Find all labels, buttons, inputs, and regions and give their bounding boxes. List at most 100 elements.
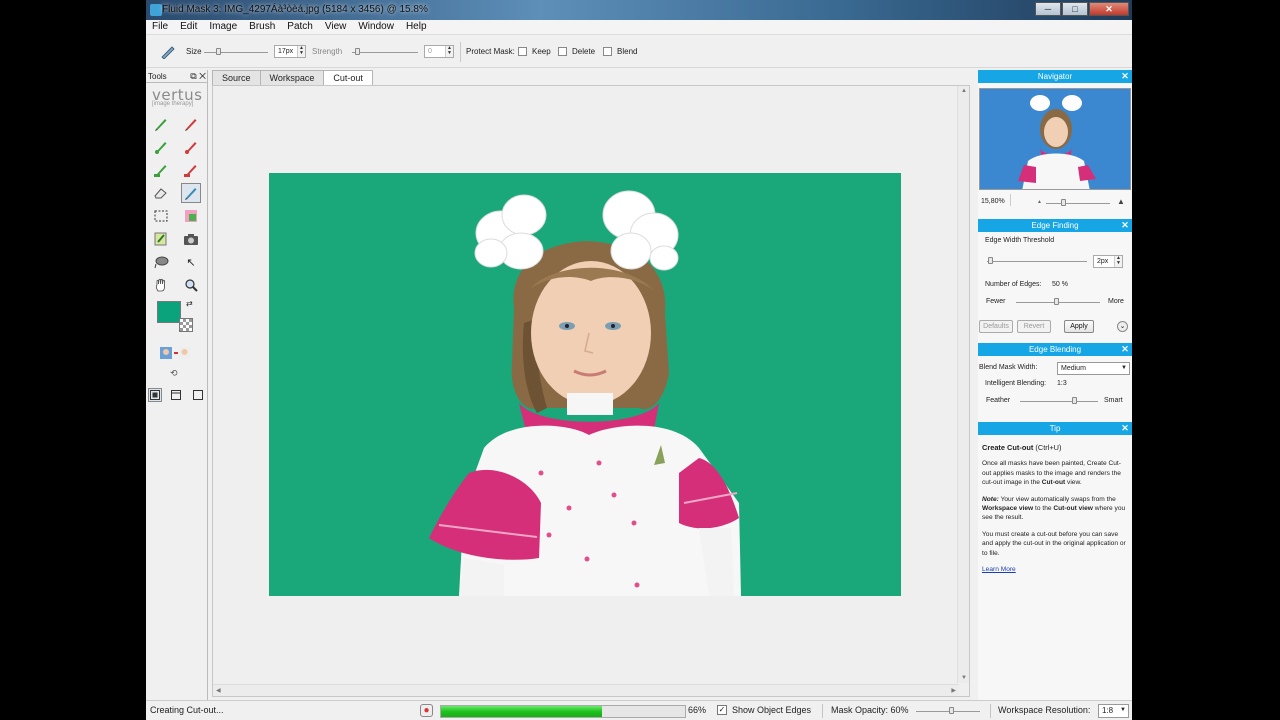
zoom-in-icon[interactable]: ▲	[1117, 197, 1125, 206]
edge-width-slider[interactable]	[987, 261, 1087, 262]
number-of-edges-thumb[interactable]	[1054, 298, 1059, 305]
tools-header-icons[interactable]: ⧉ ✕	[190, 70, 206, 83]
edge-width-threshold-label: Edge Width Threshold	[985, 237, 1055, 244]
menu-file[interactable]: File	[146, 20, 174, 34]
strength-slider[interactable]	[352, 52, 418, 53]
delete-fill-brush-icon[interactable]	[181, 160, 201, 180]
intelligent-blending-thumb[interactable]	[1072, 397, 1077, 404]
menu-image[interactable]: Image	[203, 20, 243, 34]
compare-views-icon[interactable]	[158, 343, 192, 363]
menu-patch[interactable]: Patch	[281, 20, 319, 34]
smart-label: Smart	[1104, 397, 1123, 404]
scroll-right-arrow-icon[interactable]: ▶	[951, 687, 956, 694]
size-input[interactable]: 17px ▲ ▼	[274, 45, 306, 58]
tip-close-icon[interactable]: ✕	[1120, 422, 1130, 435]
delete-brush-icon[interactable]	[181, 114, 201, 134]
revert-button[interactable]: Revert	[1017, 320, 1051, 333]
navigator-close-icon[interactable]: ✕	[1120, 70, 1130, 83]
lasso-icon[interactable]	[151, 252, 171, 272]
swap-colors-icon[interactable]: ⇄	[186, 299, 193, 308]
intelligent-blending-slider[interactable]	[1020, 401, 1098, 402]
menu-view[interactable]: View	[319, 20, 353, 34]
strength-input[interactable]: 0 ▲ ▼	[424, 45, 454, 58]
edge-finding-close-icon[interactable]: ✕	[1120, 219, 1130, 232]
learn-more-link[interactable]: Learn More	[982, 566, 1016, 573]
vertical-scrollbar[interactable]: ▲ ▼	[957, 86, 969, 683]
tip-heading: Create Cut-out	[982, 443, 1034, 452]
tip-title: Tip	[1049, 424, 1061, 433]
tip-shortcut: (Ctrl+U)	[1035, 443, 1062, 452]
minimize-button[interactable]: ─	[1035, 2, 1061, 16]
patch-icon[interactable]	[181, 206, 201, 226]
pointer-icon[interactable]: ↖	[181, 252, 201, 272]
patch-brush-icon[interactable]	[151, 229, 171, 249]
background-color-swatch[interactable]	[179, 318, 193, 332]
size-spin-arrows[interactable]: ▲ ▼	[297, 46, 305, 57]
keep-checkbox[interactable]	[518, 47, 527, 56]
show-edges-checkbox[interactable]: ✓	[717, 705, 727, 715]
delete-checkbox[interactable]	[558, 47, 567, 56]
close-button[interactable]: ✕	[1089, 2, 1129, 16]
tip-header: Tip ✕	[978, 422, 1132, 435]
keep-local-brush-icon[interactable]	[151, 137, 171, 157]
status-text: Creating Cut-out...	[150, 705, 224, 715]
stop-icon[interactable]: ●	[420, 704, 433, 717]
mask-opacity-slider[interactable]	[916, 711, 980, 712]
status-separator-2	[990, 704, 991, 718]
navigator-thumbnail[interactable]	[979, 88, 1131, 190]
girl-cutout-picture	[269, 173, 901, 596]
strength-spin-arrows[interactable]: ▲ ▼	[445, 46, 453, 57]
camera-icon[interactable]	[181, 229, 201, 249]
tip-paragraph-2: Note: Your view automatically swaps from…	[982, 495, 1126, 522]
expand-icon[interactable]: ⌄	[1117, 321, 1128, 332]
apply-button[interactable]: Apply	[1064, 320, 1094, 333]
mask-opacity-thumb[interactable]	[949, 707, 954, 714]
blend-checkbox[interactable]	[603, 47, 612, 56]
tab-source[interactable]: Source	[212, 70, 261, 85]
edge-width-thumb[interactable]	[988, 257, 993, 264]
view-mode-2-icon[interactable]	[169, 388, 183, 402]
menu-help[interactable]: Help	[400, 20, 433, 34]
right-panels: Navigator ✕ 15,80% ▲ ▲ Edge Finding ✕ Ed…	[978, 70, 1132, 704]
hand-icon[interactable]	[151, 275, 171, 295]
canvas-area[interactable]: ▲ ▼ ◀ ▶	[212, 85, 970, 697]
edge-blending-close-icon[interactable]: ✕	[1120, 343, 1130, 356]
zoom-out-icon[interactable]: ▲	[1037, 199, 1042, 205]
scroll-down-arrow-icon[interactable]: ▼	[961, 675, 967, 681]
navigator-preview-picture	[980, 89, 1130, 189]
tab-cut-out[interactable]: Cut-out	[323, 70, 373, 86]
reset-icon[interactable]: ⟲	[170, 368, 178, 379]
zoom-icon[interactable]	[181, 275, 201, 295]
delete-local-brush-icon[interactable]	[181, 137, 201, 157]
view-mode-3-icon[interactable]	[191, 388, 205, 402]
menu-bar: File Edit Image Brush Patch View Window …	[146, 20, 1132, 35]
navigator-zoom-slider[interactable]	[1046, 203, 1110, 204]
size-slider[interactable]	[204, 52, 268, 53]
progress-fill	[441, 706, 603, 717]
menu-edit[interactable]: Edit	[174, 20, 203, 34]
scroll-up-arrow-icon[interactable]: ▲	[961, 88, 967, 94]
edge-width-input[interactable]: 2px ▲ ▼	[1093, 255, 1123, 268]
menu-brush[interactable]: Brush	[243, 20, 281, 34]
workspace-resolution-select[interactable]: 1:8 ▼	[1098, 704, 1129, 718]
edge-width-spin-arrows[interactable]: ▲ ▼	[1114, 256, 1122, 267]
blend-label: Blend	[617, 47, 638, 56]
eraser-icon[interactable]	[151, 183, 171, 203]
menu-window[interactable]: Window	[352, 20, 400, 34]
keep-fill-brush-icon[interactable]	[151, 160, 171, 180]
blend-brush-icon[interactable]	[181, 183, 201, 203]
scroll-left-arrow-icon[interactable]: ◀	[216, 687, 221, 694]
navigator-zoom-thumb[interactable]	[1061, 199, 1066, 206]
tab-workspace[interactable]: Workspace	[259, 70, 325, 85]
size-slider-thumb[interactable]	[216, 48, 221, 55]
blend-mask-width-select[interactable]: Medium ▼	[1057, 362, 1130, 375]
defaults-button[interactable]: Defaults	[979, 320, 1013, 333]
keep-brush-icon[interactable]	[151, 114, 171, 134]
maximize-button[interactable]: □	[1062, 2, 1088, 16]
horizontal-scrollbar[interactable]: ◀ ▶	[213, 684, 959, 696]
cutout-image[interactable]	[269, 173, 901, 596]
foreground-color-swatch[interactable]	[157, 301, 181, 323]
rectangle-select-icon[interactable]	[151, 206, 171, 226]
view-mode-1-icon[interactable]	[148, 388, 162, 402]
strength-slider-thumb[interactable]	[355, 48, 360, 55]
